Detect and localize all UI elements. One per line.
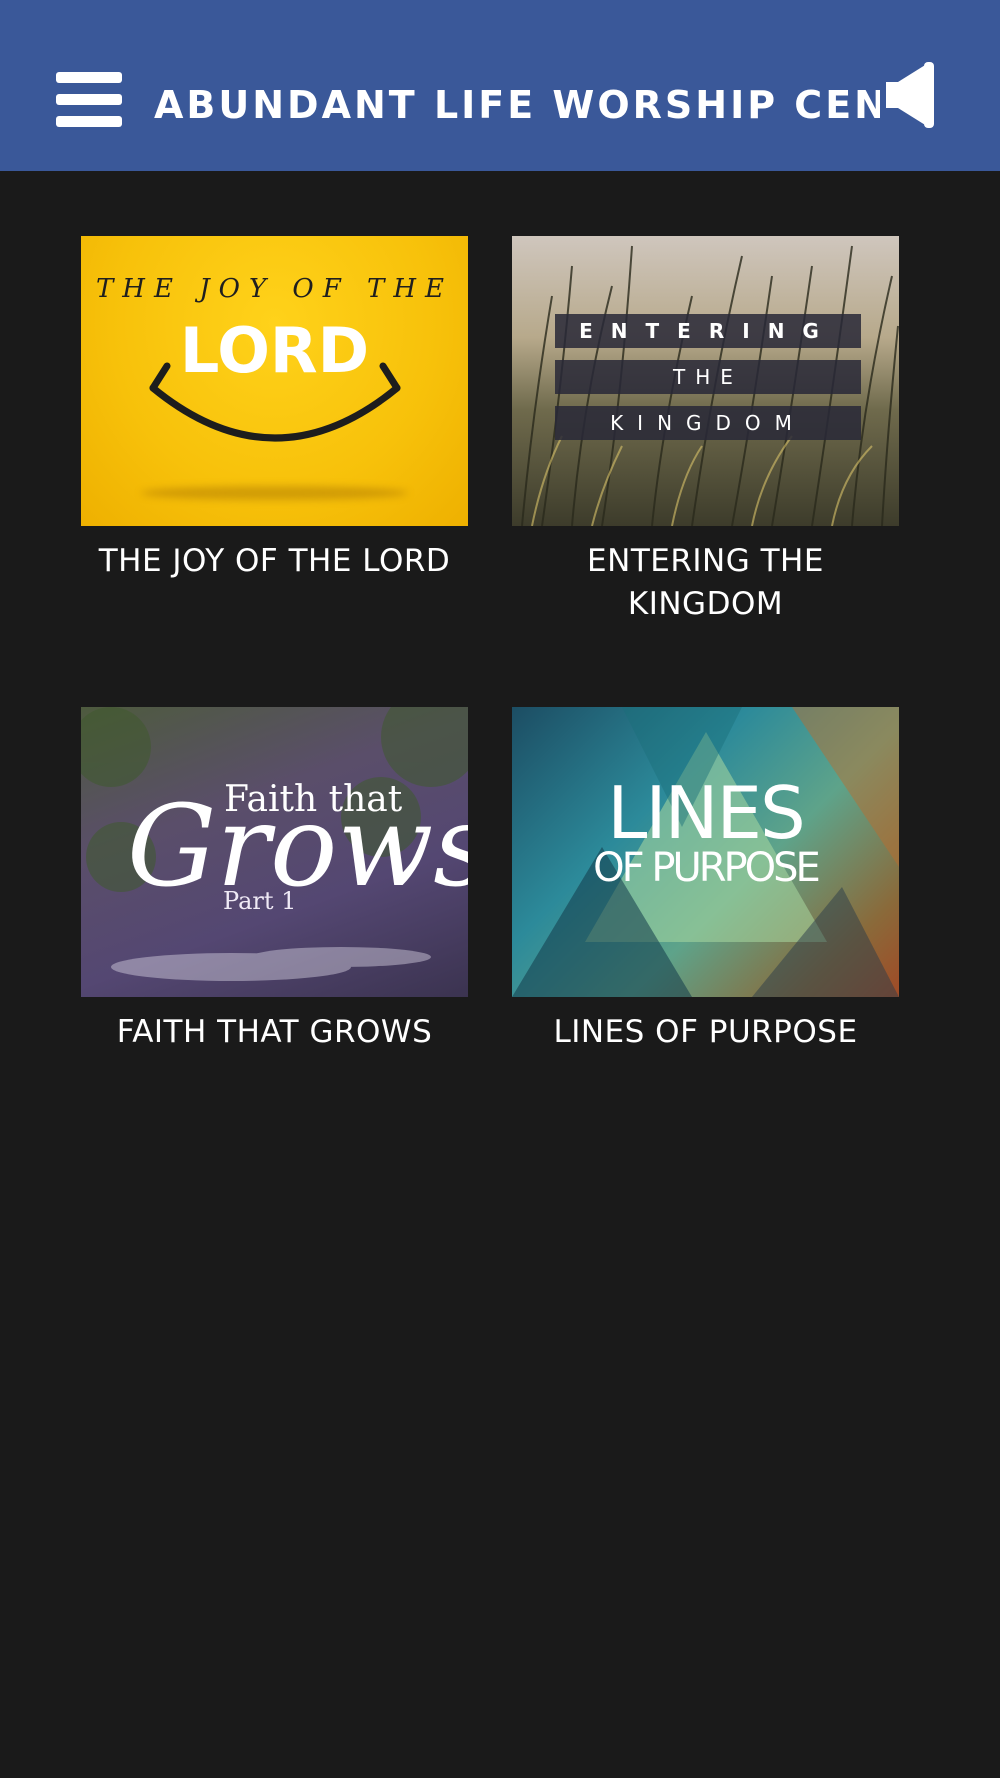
thumbnail-text: ENTERING xyxy=(555,314,861,348)
smile-icon xyxy=(149,362,401,442)
series-thumbnail[interactable]: Grows Faith that Part 1 xyxy=(81,707,468,997)
series-card-faith-that-grows[interactable]: Grows Faith that Part 1 FAITH THAT GROWS xyxy=(81,707,468,1054)
speaker-icon[interactable] xyxy=(884,60,936,130)
series-thumbnail[interactable]: LINES OF PURPOSE xyxy=(512,707,899,997)
series-title[interactable]: ENTERING THE KINGDOM xyxy=(512,540,899,626)
hamburger-menu-icon[interactable] xyxy=(56,72,122,128)
series-card-entering-the-kingdom[interactable]: ENTERING THE KINGDOM ENTERING THE KINGDO… xyxy=(512,236,899,626)
series-title[interactable]: LINES OF PURPOSE xyxy=(512,1011,899,1054)
thumbnail-text: Part 1 xyxy=(223,887,297,915)
series-thumbnail[interactable]: THE JOY OF THE LORD xyxy=(81,236,468,526)
thumbnail-text: LINES xyxy=(607,771,805,855)
thumbnail-text: OF PURPOSE xyxy=(593,845,821,891)
thumbnail-text: KINGDOM xyxy=(555,406,861,440)
series-card-lines-of-purpose[interactable]: LINES OF PURPOSE LINES OF PURPOSE xyxy=(512,707,899,1054)
series-card-joy-of-the-lord[interactable]: THE JOY OF THE LORD THE JOY OF THE LORD xyxy=(81,236,468,583)
app-header: ABUNDANT LIFE WORSHIP CENTER xyxy=(0,0,1000,171)
series-title[interactable]: THE JOY OF THE LORD xyxy=(81,540,468,583)
thumbnail-text: Faith that xyxy=(224,779,403,820)
series-thumbnail[interactable]: ENTERING THE KINGDOM xyxy=(512,236,899,526)
series-title[interactable]: FAITH THAT GROWS xyxy=(81,1011,468,1054)
app-title: ABUNDANT LIFE WORSHIP CENTER xyxy=(154,83,880,127)
thumbnail-text: THE xyxy=(555,360,861,394)
